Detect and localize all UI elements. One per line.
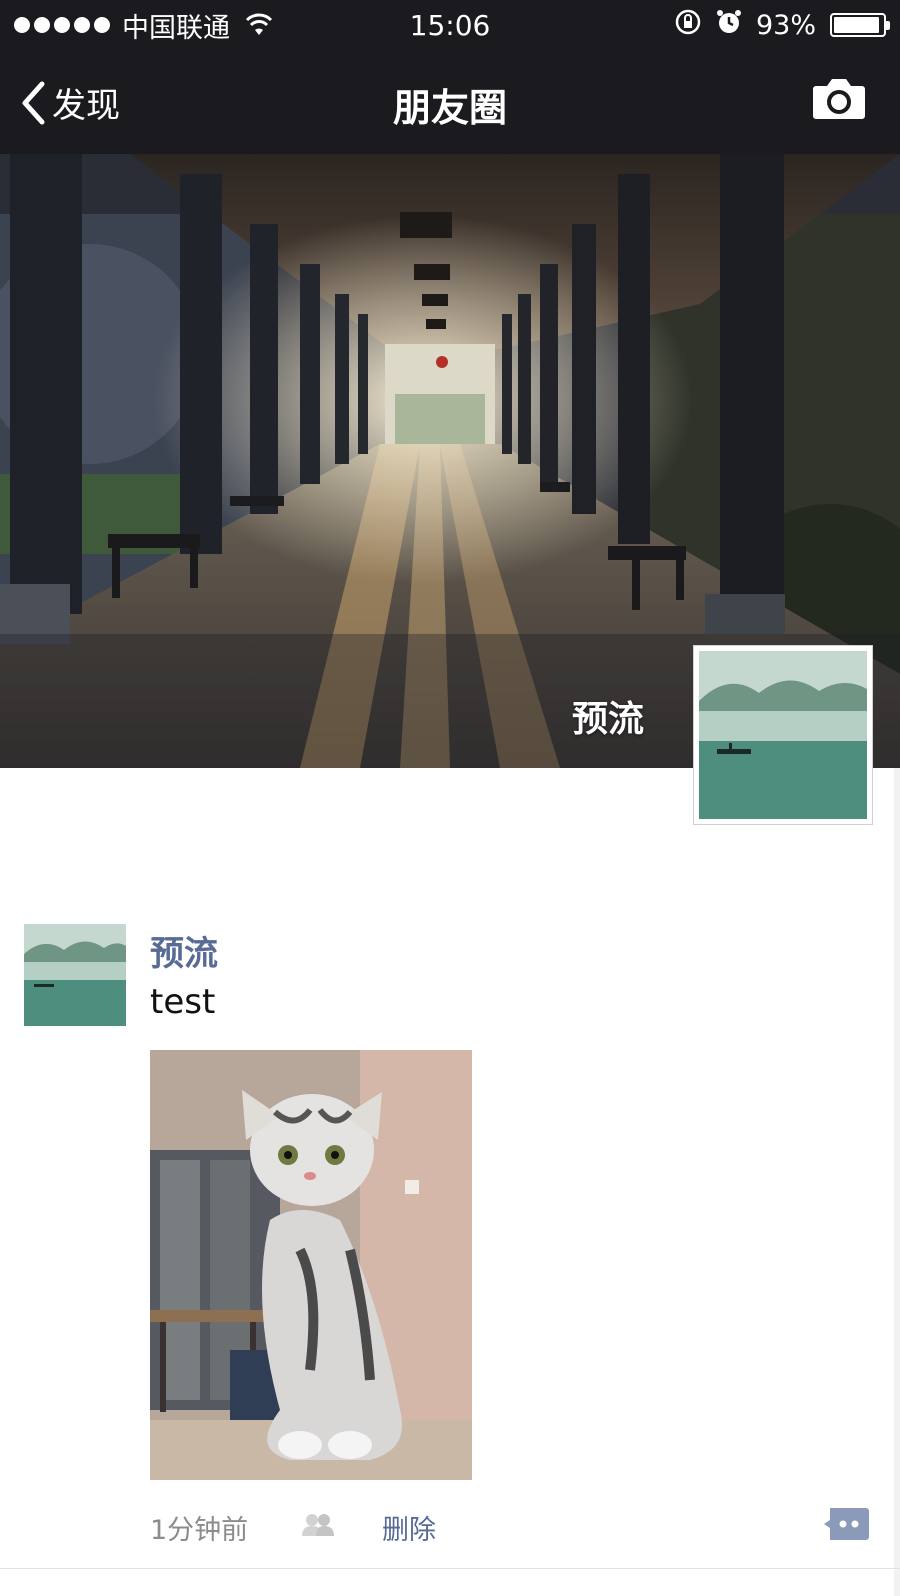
- post-meta: 1分钟前 删除: [150, 1506, 870, 1556]
- page-title: 朋友圈: [392, 86, 507, 130]
- comment-icon: [824, 1508, 869, 1540]
- avatar-image: [699, 651, 867, 819]
- delete-button[interactable]: 删除: [382, 1508, 436, 1547]
- cover-user-name: 预流: [571, 699, 644, 740]
- battery-percent: 93%: [755, 9, 816, 41]
- friends-visibility-icon: [300, 1512, 336, 1545]
- post-divider: [0, 1568, 900, 1569]
- rotation-lock-icon: [674, 8, 702, 43]
- camera-icon: [813, 79, 865, 119]
- nav-bar: 发现 朋友圈: [0, 50, 900, 154]
- post-author-name[interactable]: 预流: [150, 926, 218, 975]
- post-text: test: [150, 982, 216, 1022]
- wifi-icon: [244, 13, 274, 37]
- camera-button[interactable]: [812, 76, 866, 124]
- battery-icon: [830, 13, 890, 37]
- avatar-image: [24, 924, 126, 1026]
- post-avatar[interactable]: [24, 924, 126, 1026]
- comment-button[interactable]: [822, 1506, 870, 1549]
- alarm-icon: [716, 8, 742, 43]
- scroll-edge: [894, 768, 900, 1596]
- signal-dots-icon: [14, 17, 110, 33]
- post-time: 1分钟前: [150, 1515, 249, 1546]
- carrier-name: 中国联通: [122, 12, 230, 44]
- cat-photo: [150, 1050, 472, 1480]
- cover-avatar[interactable]: [693, 645, 873, 825]
- status-bar: 中国联通 15:06 93%: [0, 0, 900, 50]
- post-photo[interactable]: [150, 1050, 472, 1480]
